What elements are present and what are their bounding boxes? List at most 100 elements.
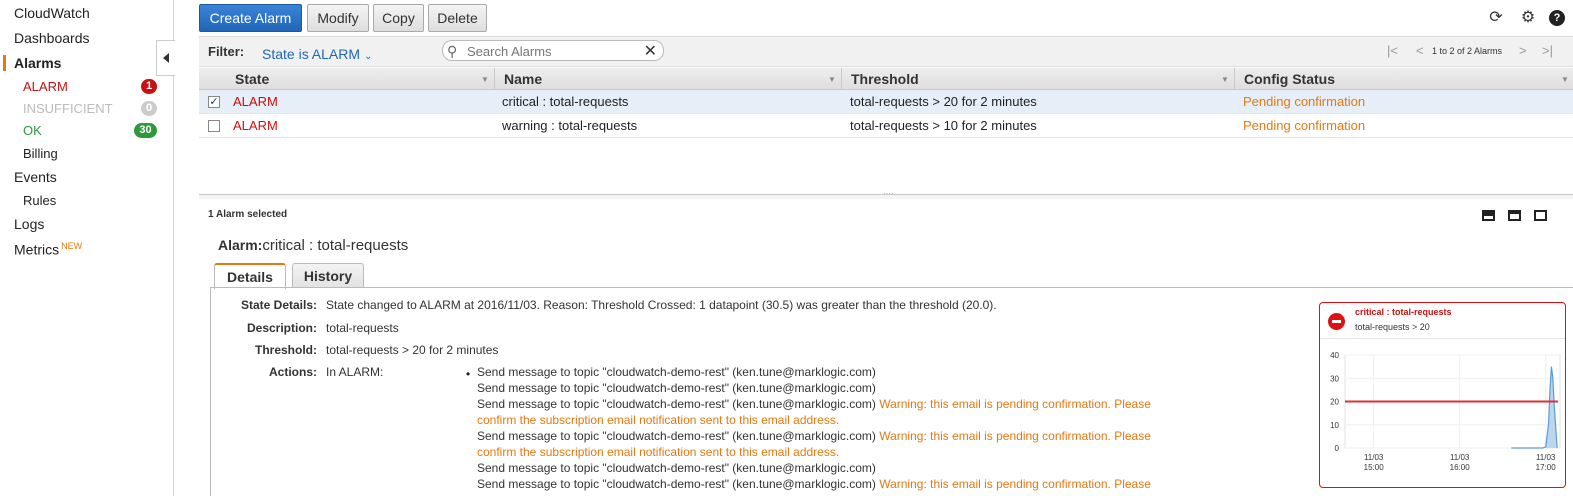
search-input[interactable]	[465, 43, 635, 59]
gear-icon[interactable]: ⚙	[1519, 9, 1537, 27]
cell-config-status: Pending confirmation	[1243, 94, 1366, 109]
action-text: Send message to topic "cloudwatch-demo-r…	[477, 429, 876, 443]
row-checkbox[interactable]	[208, 120, 220, 132]
x-tick-label: 11/03	[1450, 453, 1470, 462]
create-alarm-button[interactable]: Create Alarm	[199, 4, 302, 32]
cell-state: ALARM	[233, 118, 278, 133]
alarm-title: Alarm:critical : total-requests	[218, 237, 408, 254]
alarm-stop-icon	[1328, 313, 1345, 330]
action-text: Send message to topic "cloudwatch-demo-r…	[477, 381, 876, 395]
cell-name: warning : total-requests	[502, 118, 638, 133]
action-text: Send message to topic "cloudwatch-demo-r…	[477, 477, 876, 491]
search-icon: ⚲	[447, 43, 458, 59]
table-row[interactable]: ✓ ALARM critical : total-requests total-…	[199, 90, 1573, 114]
sidebar-item-billing[interactable]: Billing	[23, 146, 58, 161]
column-header-threshold[interactable]: Threshold	[851, 71, 919, 87]
action-line: confirm the subscription email notificat…	[477, 445, 839, 459]
table-row[interactable]: ALARM warning : total-requests total-req…	[199, 114, 1573, 138]
insufficient-count-badge: 0	[141, 101, 157, 116]
list-bullet: •	[466, 367, 471, 381]
filter-bar: Filter: State is ALARM ⌄ ⚲ ✕ |< < 1 to 2…	[199, 36, 1573, 67]
search-box[interactable]: ⚲ ✕	[442, 40, 664, 61]
pane-splitter[interactable]	[199, 189, 1573, 199]
column-divider	[841, 68, 842, 90]
y-tick-label: 10	[1330, 421, 1339, 430]
x-tick-label: 17:00	[1536, 463, 1557, 472]
modify-button[interactable]: Modify	[307, 4, 369, 32]
filter-dropdown[interactable]: State is ALARM ⌄	[262, 46, 372, 62]
sidebar-item-cloudwatch[interactable]: CloudWatch	[14, 5, 90, 21]
alarm-title-name: critical : total-requests	[262, 237, 409, 254]
sort-icon[interactable]: ▼	[1221, 75, 1229, 84]
threshold-label: Threshold:	[255, 343, 317, 357]
sidebar: CloudWatch Dashboards Alarms ALARM 1 INS…	[0, 0, 174, 496]
detail-bar: 1 Alarm selected	[199, 205, 1573, 225]
refresh-icon[interactable]: ⟳	[1487, 9, 1505, 27]
copy-button[interactable]: Copy	[373, 4, 424, 32]
action-warning: Warning: this email is pending confirmat…	[875, 477, 1151, 491]
sort-icon[interactable]: ▼	[1561, 75, 1569, 84]
cell-config-status: Pending confirmation	[1243, 118, 1366, 133]
prev-page-icon[interactable]: <	[1416, 43, 1424, 58]
action-warning: confirm the subscription email notificat…	[477, 413, 840, 427]
column-divider	[1234, 68, 1235, 90]
alarm-mini-chart[interactable]: critical : total-requests total-requests…	[1319, 302, 1566, 488]
state-details-value: State changed to ALARM at 2016/11/03. Re…	[326, 298, 997, 312]
cell-threshold: total-requests > 20 for 2 minutes	[850, 94, 1037, 109]
action-warning: Warning: this email is pending confirmat…	[875, 429, 1151, 443]
actions-state: In ALARM:	[326, 365, 384, 379]
row-checkbox[interactable]: ✓	[208, 96, 220, 108]
filter-label: Filter:	[208, 44, 245, 59]
sidebar-item-events[interactable]: Events	[14, 169, 57, 185]
tab-history[interactable]: History	[292, 263, 364, 288]
threshold-value: total-requests > 20 for 2 minutes	[326, 343, 499, 357]
ok-count-badge: 30	[134, 123, 157, 138]
y-tick-label: 40	[1330, 351, 1339, 360]
collapse-sidebar-button[interactable]	[156, 40, 175, 76]
cell-state: ALARM	[233, 94, 278, 109]
layout-bottom-icon[interactable]	[1482, 210, 1495, 221]
pager-text: 1 to 2 of 2 Alarms	[1432, 46, 1503, 56]
action-line: Send message to topic "cloudwatch-demo-r…	[477, 397, 1151, 411]
next-page-icon[interactable]: >	[1519, 43, 1527, 58]
last-page-icon[interactable]: >|	[1542, 43, 1553, 58]
layout-split-icon[interactable]	[1508, 210, 1521, 221]
column-divider	[494, 68, 495, 90]
sidebar-item-insufficient[interactable]: INSUFFICIENT	[23, 101, 113, 116]
tab-details[interactable]: Details	[214, 263, 286, 289]
sidebar-item-alarms[interactable]: Alarms	[14, 55, 61, 71]
alarm-count-badge: 1	[141, 79, 157, 94]
sidebar-item-metrics[interactable]: Metrics NEW	[14, 241, 82, 258]
sidebar-item-logs[interactable]: Logs	[14, 216, 44, 232]
action-text: Send message to topic "cloudwatch-demo-r…	[477, 461, 876, 475]
help-icon[interactable]: ?	[1549, 10, 1565, 26]
first-page-icon[interactable]: |<	[1387, 43, 1398, 58]
action-line: confirm the subscription email notificat…	[477, 413, 839, 427]
column-header-config-status[interactable]: Config Status	[1244, 71, 1335, 87]
action-line: Send message to topic "cloudwatch-demo-r…	[477, 461, 876, 475]
new-tag: NEW	[61, 241, 83, 251]
action-line: Send message to topic "cloudwatch-demo-r…	[477, 365, 876, 379]
description-value: total-requests	[326, 321, 399, 335]
clear-icon[interactable]: ✕	[644, 41, 657, 61]
action-warning: Warning: this email is pending confirmat…	[875, 397, 1151, 411]
action-line: Send message to topic "cloudwatch-demo-r…	[477, 477, 1151, 491]
sidebar-item-rules[interactable]: Rules	[23, 193, 56, 208]
cell-name: critical : total-requests	[502, 94, 629, 109]
chart-plot: 01020304011/0315:0011/0316:0011/0317:00	[1330, 351, 1561, 472]
alarm-title-label: Alarm:	[218, 237, 263, 253]
sidebar-item-metrics-label: Metrics	[14, 241, 60, 258]
sidebar-item-ok[interactable]: OK	[23, 123, 42, 138]
sort-icon[interactable]: ▼	[481, 75, 489, 84]
delete-button[interactable]: Delete	[428, 4, 487, 32]
column-header-state[interactable]: State	[235, 71, 269, 87]
sidebar-item-dashboards[interactable]: Dashboards	[14, 30, 90, 46]
sidebar-item-alarm[interactable]: ALARM	[23, 79, 68, 94]
description-label: Description:	[246, 321, 317, 335]
layout-full-icon[interactable]	[1534, 210, 1547, 221]
actions-label: Actions:	[269, 365, 317, 379]
active-indicator	[3, 55, 6, 71]
selected-count: 1 Alarm selected	[208, 209, 288, 220]
sort-icon[interactable]: ▼	[828, 75, 836, 84]
column-header-name[interactable]: Name	[504, 71, 542, 87]
